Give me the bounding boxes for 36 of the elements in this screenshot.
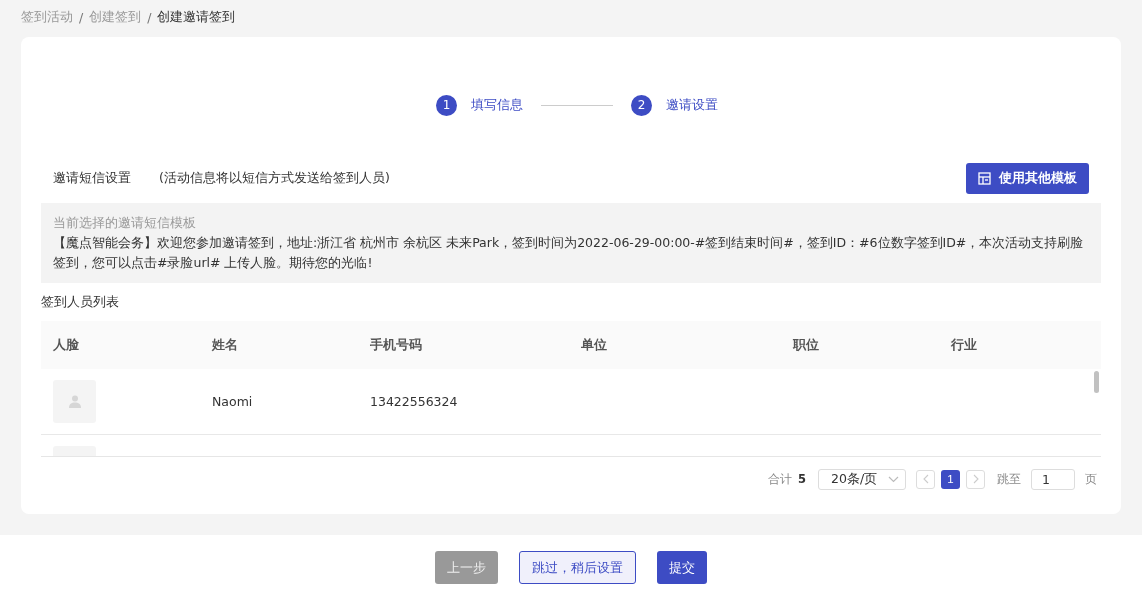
scrollbar-thumb[interactable]	[1094, 371, 1099, 393]
template-text: 【魔点智能会务】欢迎您参加邀请签到，地址:浙江省 杭州市 余杭区 未来Park，签到时间为2022-06-29-00:00-#签到结束时间#，签到ID：#6位数字签到ID#，本次活动支持刷脸签到，您可以点击#录脸url# 上传人脸。期待您的光临!	[53, 234, 1085, 272]
table-cell-text: 13422556324	[370, 394, 459, 409]
jump-label: 跳至	[997, 471, 1021, 487]
step-label: 邀请设置	[666, 96, 718, 114]
breadcrumb-current: 创建邀请签到	[157, 8, 236, 26]
chevron-right-icon	[972, 474, 979, 484]
submit-button[interactable]: 提交	[657, 551, 707, 584]
chevron-down-icon	[888, 475, 899, 483]
section-title: 邀请短信设置	[53, 169, 131, 187]
total-label: 合计	[768, 471, 792, 487]
column-header: 人脸	[53, 336, 80, 354]
total-count: 5	[798, 472, 806, 486]
step-label: 填写信息	[471, 96, 523, 114]
person-silhouette-icon	[68, 395, 81, 408]
table-title: 签到人员列表	[41, 292, 120, 311]
jump-page-input[interactable]: 1	[1031, 468, 1075, 490]
column-header: 职位	[793, 336, 820, 354]
table-cell-text: Naomi	[212, 394, 254, 409]
page-size-select[interactable]: 20条/页	[818, 468, 906, 490]
template-caption: 当前选择的邀请短信模板	[53, 214, 197, 232]
template-icon	[978, 171, 991, 185]
step-number: 1	[436, 94, 457, 116]
column-header: 单位	[581, 336, 608, 354]
page-number[interactable]: 1	[941, 469, 960, 489]
column-header: 行业	[951, 336, 978, 354]
skip-button[interactable]: 跳过，稍后设置	[519, 551, 636, 584]
breadcrumb-separator: /	[147, 9, 152, 25]
chevron-left-icon	[922, 474, 929, 484]
section-note: (活动信息将以短信方式发送给签到人员)	[159, 169, 390, 187]
column-header: 手机号码	[370, 336, 423, 354]
breadcrumb-separator: /	[79, 9, 84, 25]
step-number: 2	[631, 94, 652, 116]
use-template-button[interactable]: 使用其他模板	[966, 162, 1089, 194]
page-unit-label: 页	[1085, 471, 1097, 487]
column-header: 姓名	[212, 336, 239, 354]
